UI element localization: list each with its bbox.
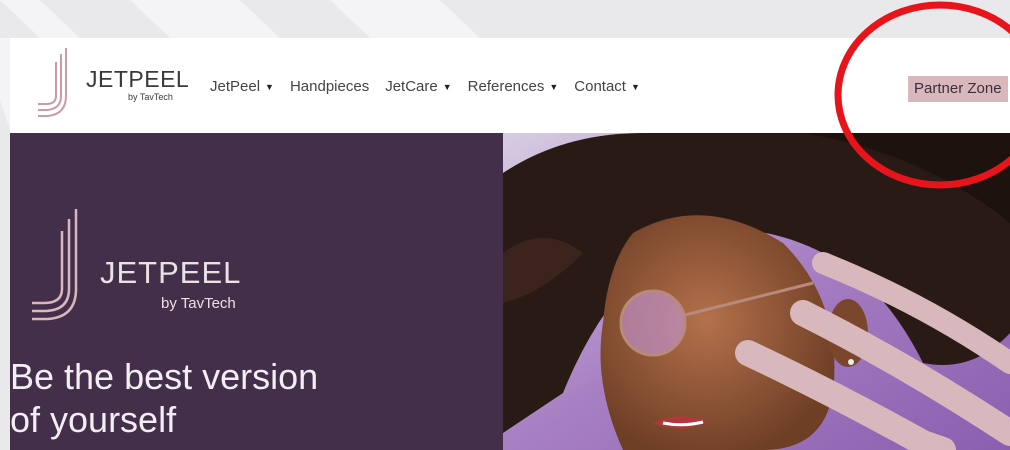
caret-down-icon: ▼ xyxy=(549,81,559,92)
headline-line-1: Be the best version xyxy=(10,356,319,397)
nav-label: JetCare xyxy=(385,78,438,95)
nav-contact[interactable]: Contact ▼ xyxy=(574,78,640,95)
nav-label: References xyxy=(467,78,545,95)
nav-label: Handpieces xyxy=(289,78,370,95)
hero-logo: JETPEEL by TavTech xyxy=(24,209,244,329)
hero-image xyxy=(503,133,1010,450)
jetpeel-logo-mark xyxy=(38,48,67,117)
nav-label: Contact xyxy=(574,78,626,95)
headline-line-2: of yourself xyxy=(10,399,177,440)
partner-zone-button[interactable]: Partner Zone xyxy=(908,76,1008,102)
logo-subtitle: by TavTech xyxy=(128,92,173,102)
caret-down-icon: ▼ xyxy=(442,81,452,92)
caret-down-icon: ▼ xyxy=(630,81,640,92)
hero-panel: JETPEEL by TavTech Be the best version o… xyxy=(10,133,503,450)
hero-headline: Be the best version of yourself xyxy=(10,355,490,441)
nav-jetpeel[interactable]: JetPeel ▼ xyxy=(210,78,274,95)
site-header: JETPEEL by TavTech JetPeel ▼ Handpieces … xyxy=(10,38,1010,133)
nav-references[interactable]: References ▼ xyxy=(468,78,559,95)
main-nav: JetPeel ▼ Handpieces JetCare ▼ Reference… xyxy=(210,78,640,95)
nav-handpieces[interactable]: Handpieces xyxy=(290,78,369,95)
hero-logo-wordmark: JETPEEL xyxy=(100,255,242,290)
webpage: JETPEEL by TavTech JetPeel ▼ Handpieces … xyxy=(10,38,1010,450)
logo-wordmark: JETPEEL xyxy=(86,66,190,92)
nav-jetcare[interactable]: JetCare ▼ xyxy=(385,78,451,95)
woman-with-glasses-photo xyxy=(503,133,1010,450)
nav-label: JetPeel xyxy=(210,78,261,95)
hero-logo-mark xyxy=(32,209,78,321)
hero-logo-subtitle: by TavTech xyxy=(161,295,236,312)
caret-down-icon: ▼ xyxy=(265,81,274,92)
jetpeel-logo[interactable]: JETPEEL by TavTech xyxy=(28,44,189,124)
